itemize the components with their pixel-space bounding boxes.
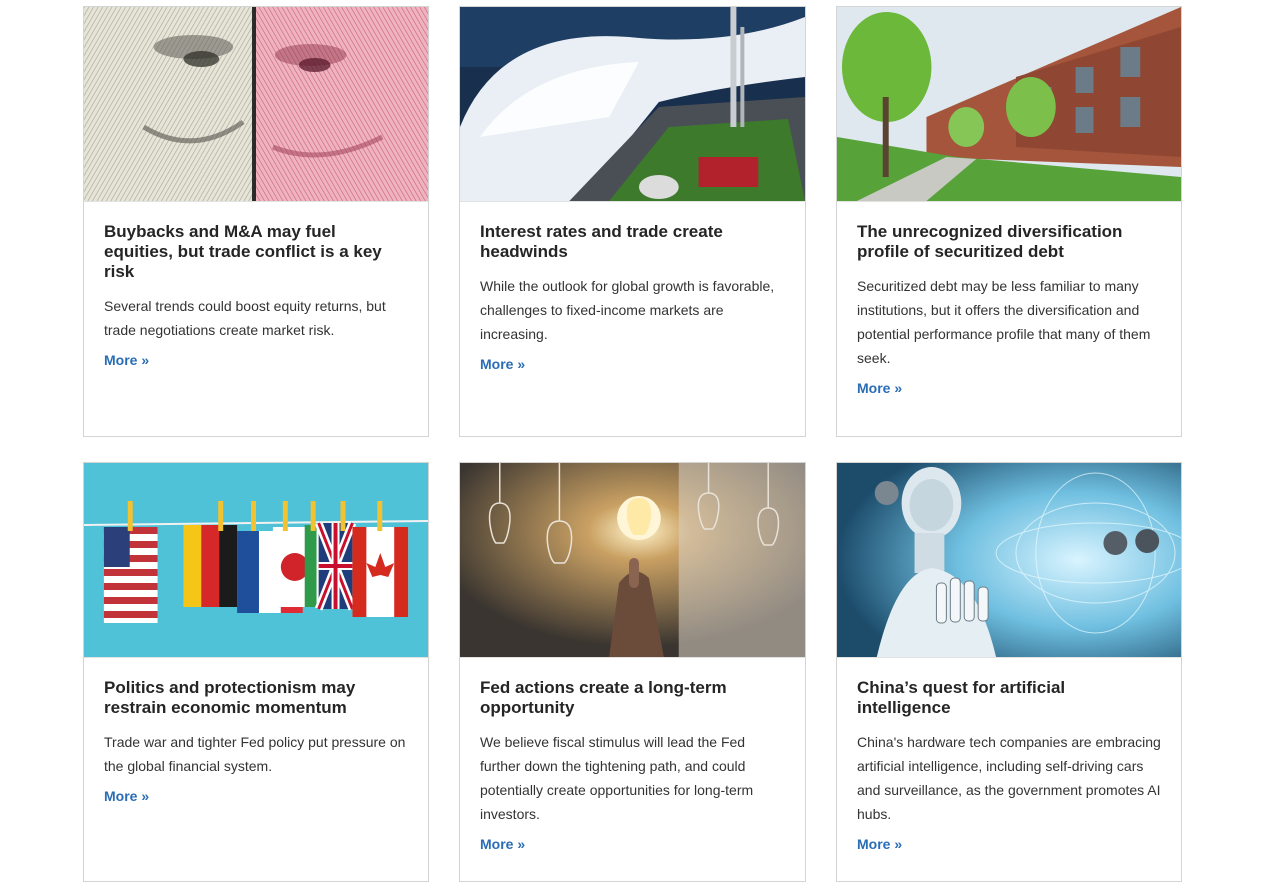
card-title[interactable]: Politics and protectionism may restrain … bbox=[104, 678, 408, 718]
card-title[interactable]: The unrecognized diversification profile… bbox=[857, 222, 1161, 262]
article-card: Politics and protectionism may restrain … bbox=[83, 462, 429, 882]
more-link[interactable]: More » bbox=[857, 836, 902, 852]
ship-wave-image[interactable] bbox=[460, 7, 805, 202]
flags-clothesline-image[interactable] bbox=[84, 463, 428, 658]
robot-ai-image[interactable] bbox=[837, 463, 1181, 658]
card-summary: Several trends could boost equity return… bbox=[104, 298, 386, 338]
card-summary: Securitized debt may be less familiar to… bbox=[857, 278, 1151, 366]
card-title[interactable]: Buybacks and M&A may fuel equities, but … bbox=[104, 222, 408, 282]
card-summary: Trade war and tighter Fed policy put pre… bbox=[104, 734, 406, 774]
card-summary: China's hardware tech companies are embr… bbox=[857, 734, 1161, 822]
card-summary: We believe fiscal stimulus will lead the… bbox=[480, 734, 754, 822]
article-card: China’s quest for artificial intelligenc… bbox=[836, 462, 1182, 882]
more-link[interactable]: More » bbox=[480, 356, 525, 372]
townhouses-image[interactable] bbox=[837, 7, 1181, 202]
card-title[interactable]: Fed actions create a long-term opportuni… bbox=[480, 678, 785, 718]
more-link[interactable]: More » bbox=[857, 380, 902, 396]
card-summary: While the outlook for global growth is f… bbox=[480, 278, 775, 342]
more-link[interactable]: More » bbox=[480, 836, 525, 852]
article-card: The unrecognized diversification profile… bbox=[836, 6, 1182, 437]
article-card: Interest rates and trade create headwind… bbox=[459, 6, 806, 437]
currency-portraits-image[interactable] bbox=[84, 7, 428, 202]
card-title[interactable]: China’s quest for artificial intelligenc… bbox=[857, 678, 1161, 718]
article-card: Fed actions create a long-term opportuni… bbox=[459, 462, 806, 882]
lightbulbs-image[interactable] bbox=[460, 463, 805, 658]
more-link[interactable]: More » bbox=[104, 788, 149, 804]
more-link[interactable]: More » bbox=[104, 352, 149, 368]
card-title[interactable]: Interest rates and trade create headwind… bbox=[480, 222, 785, 262]
article-card: Buybacks and M&A may fuel equities, but … bbox=[83, 6, 429, 437]
